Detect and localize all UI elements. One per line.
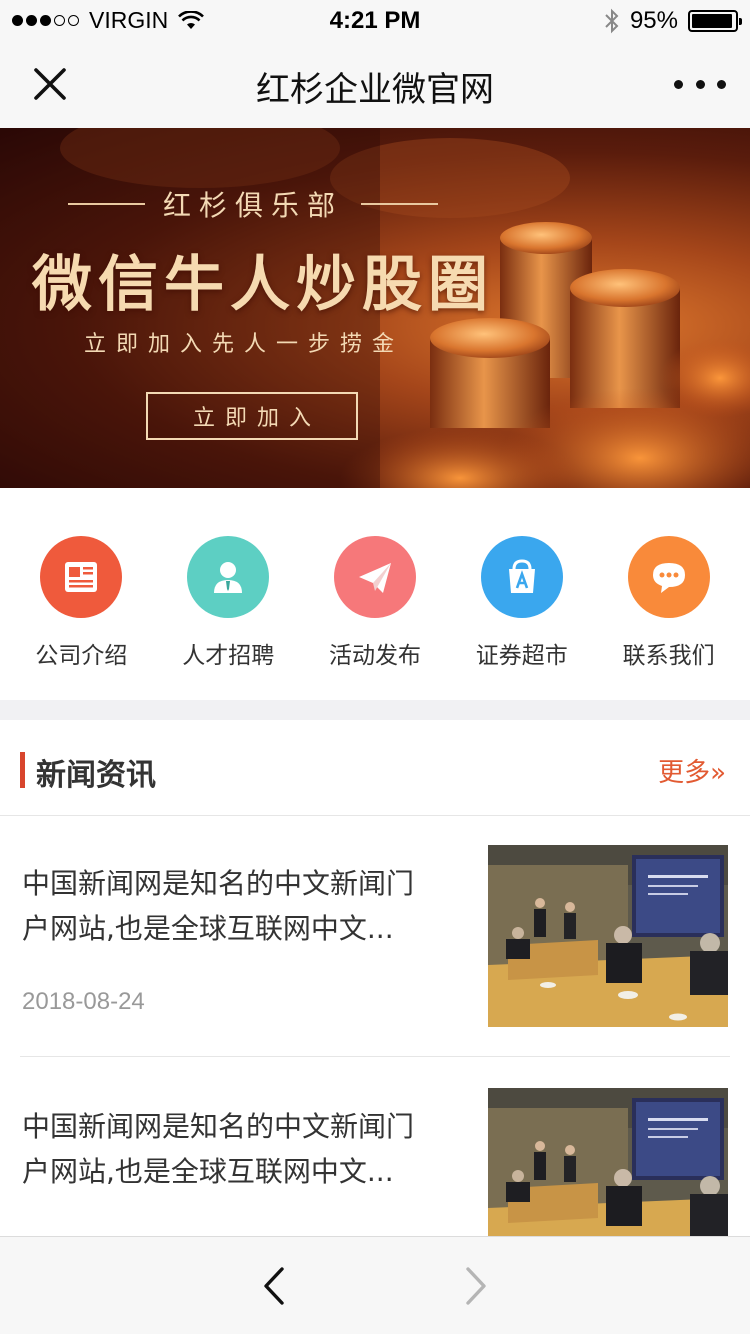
chat-bubble-icon <box>627 536 710 618</box>
news-title-line: 户网站,也是全球互联网中文... <box>22 912 394 945</box>
section-title: 新闻资讯 <box>36 758 156 793</box>
news-item-title: 中国新闻网是知名的中文新闻门 户网站,也是全球互联网中文... <box>22 861 462 951</box>
battery-level <box>692 14 732 28</box>
more-icon[interactable] <box>674 62 726 106</box>
newspaper-icon <box>40 536 123 618</box>
menu-item-company-intro[interactable]: 公司介绍 <box>11 536 151 700</box>
list-divider <box>20 1056 730 1057</box>
shopping-bag-icon <box>480 536 563 618</box>
section-accent-bar <box>20 752 25 788</box>
status-right: 95% <box>604 7 742 35</box>
news-section-header: 新闻资讯 更多» <box>0 720 750 816</box>
news-thumbnail <box>488 845 728 1027</box>
more-link-label: 更多 <box>658 758 711 788</box>
page-title: 红杉企业微官网 <box>256 70 494 110</box>
chevron-left-icon[interactable] <box>252 1261 300 1311</box>
section-divider <box>0 700 750 720</box>
menu-item-recruitment[interactable]: 人才招聘 <box>158 536 298 700</box>
status-bar: VIRGIN 4:21 PM 95% <box>0 0 750 40</box>
news-item-title: 中国新闻网是知名的中文新闻门 户网站,也是全球互联网中文... <box>22 1104 462 1194</box>
battery-percent: 95% <box>629 7 678 34</box>
news-title-line: 中国新闻网是知名的中文新闻门 <box>22 867 415 900</box>
quick-menu: 公司介绍 人才招聘 活动发布 证券超市 联系我们 <box>0 488 750 700</box>
browser-toolbar <box>0 1236 750 1334</box>
more-link[interactable]: 更多» <box>658 752 726 789</box>
nav-bar: 红杉企业微官网 <box>0 40 750 128</box>
menu-item-label: 活动发布 <box>328 643 421 669</box>
bluetooth-icon <box>605 8 619 34</box>
menu-item-contact-us[interactable]: 联系我们 <box>599 536 739 700</box>
news-title-line: 户网站,也是全球互联网中文... <box>22 1155 394 1188</box>
chevron-right-icon[interactable] <box>450 1261 498 1311</box>
double-chevron-right-icon: » <box>710 758 726 788</box>
join-now-button[interactable]: 立即加入 <box>146 392 358 440</box>
news-list-item[interactable]: 中国新闻网是知名的中文新闻门 户网站,也是全球互联网中文... 2018-08-… <box>20 845 730 1035</box>
banner-title: 微信牛人炒股圈 <box>32 250 494 320</box>
divider-line <box>68 203 145 205</box>
paper-plane-icon <box>333 536 416 618</box>
menu-item-securities-market[interactable]: 证券超市 <box>452 536 592 700</box>
news-thumbnail <box>488 1088 728 1236</box>
news-list-item[interactable]: 中国新闻网是知名的中文新闻门 户网站,也是全球互联网中文... <box>20 1088 730 1236</box>
banner-slogan: 立即加入先人一步捞金 <box>84 332 405 357</box>
banner-subtitle: 红杉俱乐部 <box>68 184 439 224</box>
menu-item-events[interactable]: 活动发布 <box>305 536 445 700</box>
user-icon <box>187 536 270 618</box>
battery-icon <box>688 10 742 32</box>
menu-item-label: 公司介绍 <box>35 643 128 669</box>
divider-line <box>361 203 439 205</box>
banner-subtitle-text: 红杉俱乐部 <box>163 189 344 222</box>
menu-item-label: 人才招聘 <box>182 643 275 669</box>
menu-item-label: 证券超市 <box>475 643 568 669</box>
menu-item-label: 联系我们 <box>622 643 715 669</box>
news-item-date: 2018-08-24 <box>22 988 145 1015</box>
news-title-line: 中国新闻网是知名的中文新闻门 <box>22 1110 415 1143</box>
promo-banner[interactable]: 红杉俱乐部 微信牛人炒股圈 立即加入先人一步捞金 立即加入 <box>0 128 750 488</box>
